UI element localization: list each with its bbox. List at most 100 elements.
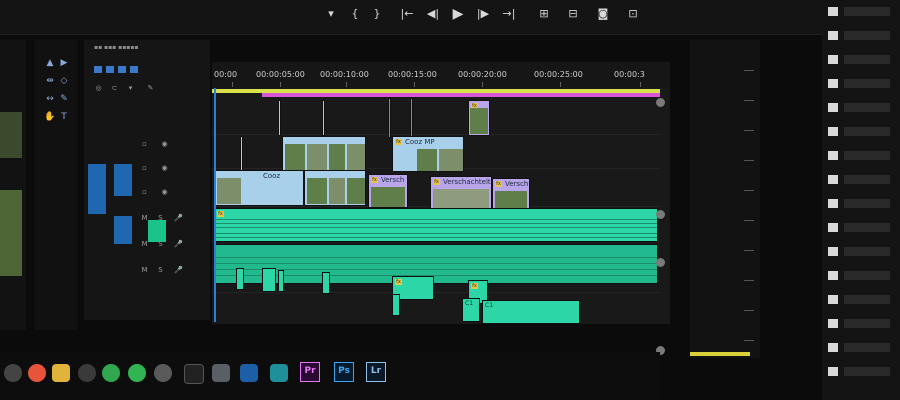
audio-clip[interactable]: fx [214,208,658,242]
video-clip[interactable] [282,136,366,172]
video-clip[interactable]: fx [468,100,490,136]
audio-clip[interactable] [322,272,330,294]
voice-over-icon[interactable]: 🎤 [174,266,183,274]
scroll-handle[interactable] [656,258,665,267]
premiere-icon[interactable]: Pr [300,362,320,382]
project-item[interactable] [828,126,898,138]
video-clip[interactable] [388,98,391,138]
pen-tool-icon[interactable]: ✎ [58,94,70,104]
app-icon[interactable] [154,364,172,382]
video-clip[interactable] [322,100,325,136]
app-icon[interactable] [240,364,258,382]
timeline-panel[interactable]: 00:00 00:00:05:00 00:00:10:00 00:00:15:0… [212,62,670,324]
whatsapp-icon[interactable] [128,364,146,382]
browser-icon[interactable] [28,364,46,382]
project-item[interactable] [828,30,898,42]
video-clip[interactable] [240,136,243,172]
linked-selection-icon[interactable]: ⊂ [110,84,119,92]
app-icon[interactable] [270,364,288,382]
project-item[interactable] [828,318,898,330]
audio-source-patch[interactable] [148,220,166,242]
button-editor-icon[interactable]: ⊡ [624,6,642,22]
audio-clip[interactable] [392,294,400,316]
insert-icon[interactable]: ⊞ [535,6,553,22]
slip-tool-icon[interactable]: ↔ [44,94,56,104]
app-icon[interactable] [78,364,96,382]
solo-track-icon[interactable]: S [156,214,165,222]
scroll-handle[interactable] [656,98,665,107]
project-item[interactable] [828,174,898,186]
voice-over-icon[interactable]: 🎤 [174,240,183,248]
razor-tool-icon[interactable]: ◇ [58,76,70,86]
mute-track-icon[interactable]: M [140,266,149,274]
toggle-output-icon[interactable]: ◉ [160,164,169,172]
snap-icon[interactable]: ◎ [94,84,103,92]
mark-out-icon[interactable]: { [346,6,364,22]
ripple-edit-icon[interactable]: ⇹ [44,76,56,86]
toggle-output-icon[interactable]: ◉ [160,188,169,196]
project-item[interactable] [828,222,898,234]
video-clip[interactable]: fx Verschachtelt [430,176,492,210]
step-back-icon[interactable]: ◀| [424,6,442,22]
hand-tool-icon[interactable]: ✋ [44,112,56,122]
audio-clip[interactable] [278,270,284,292]
project-item[interactable] [828,246,898,258]
mute-track-icon[interactable]: M [140,240,149,248]
step-forward-icon[interactable]: |▶ [474,6,492,22]
project-item[interactable] [828,270,898,282]
folder-icon[interactable] [52,364,70,382]
video-target-toggle[interactable] [88,164,106,214]
project-item[interactable] [828,342,898,354]
settings-icon[interactable]: ✎ [146,84,155,92]
solo-track-icon[interactable]: S [156,266,165,274]
go-to-in-icon[interactable]: |← [398,6,416,22]
export-frame-icon[interactable]: ◙ [594,6,612,22]
video-clip[interactable]: fx Versch [492,178,530,212]
chat-icon[interactable] [102,364,120,382]
video-clip[interactable]: Cooz [214,170,304,206]
overwrite-icon[interactable]: ⊟ [564,6,582,22]
play-button[interactable]: ▶ [449,6,467,22]
video-clip[interactable] [304,170,366,206]
project-item[interactable] [828,150,898,162]
video-clip[interactable]: fx Cooz MP [392,136,464,172]
type-tool-icon[interactable]: T [58,112,70,122]
toggle-output-icon[interactable]: ◉ [160,140,169,148]
media-thumbnail[interactable] [0,190,22,276]
lightroom-icon[interactable]: Lr [366,362,386,382]
track-select-icon[interactable]: ▶ [58,58,70,68]
add-marker-icon[interactable]: ▾ [126,84,135,92]
audio-clip[interactable]: C1 [462,298,480,322]
video-sync-toggle[interactable] [114,164,132,196]
project-item[interactable] [828,54,898,66]
time-ruler[interactable]: 00:00 00:00:05:00 00:00:10:00 00:00:15:0… [212,62,670,88]
lock-track-icon[interactable]: ▫ [140,140,149,148]
video-clip[interactable] [410,98,413,138]
media-thumbnail[interactable] [0,112,22,158]
audio-clip[interactable]: C1 [482,300,580,324]
project-item[interactable] [828,294,898,306]
video-clip[interactable]: fx Versch [368,174,408,208]
voice-over-icon[interactable]: 🎤 [174,214,183,222]
go-to-out-icon[interactable]: →| [500,6,518,22]
project-item[interactable] [828,198,898,210]
playhead[interactable] [214,88,216,322]
audio-clip[interactable] [262,268,276,292]
photoshop-icon[interactable]: Ps [334,362,354,382]
audio-sync-toggle[interactable] [114,216,132,244]
project-item[interactable] [828,102,898,114]
project-item[interactable] [828,366,898,378]
mute-track-icon[interactable]: M [140,214,149,222]
scroll-handle[interactable] [656,210,665,219]
lock-track-icon[interactable]: ▫ [140,188,149,196]
mark-in-icon[interactable]: ▾ [322,6,340,22]
selection-tool-icon[interactable]: ▲ [44,58,56,68]
start-icon[interactable] [4,364,22,382]
app-icon[interactable] [184,364,204,384]
app-icon[interactable] [212,364,230,382]
project-item[interactable] [828,78,898,90]
solo-track-icon[interactable]: S [156,240,165,248]
mark-clip-icon[interactable]: } [368,6,386,22]
sequence-tab[interactable]: ▪▪ ▪▪▪ ▪▪▪▪▪ [94,44,138,51]
audio-clip[interactable] [236,268,244,290]
